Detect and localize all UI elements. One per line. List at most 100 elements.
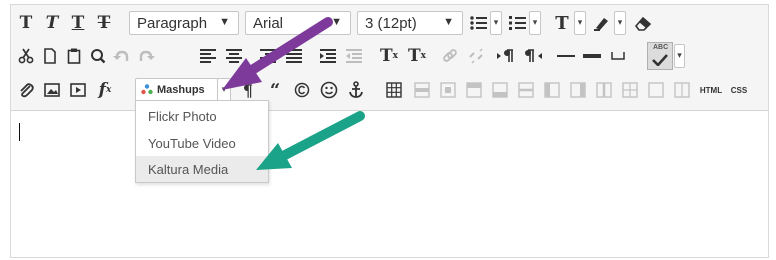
menu-item-kaltura-media[interactable]: Kaltura Media <box>136 156 268 182</box>
unlink-button[interactable] <box>465 44 487 68</box>
menu-item-label: Flickr Photo <box>148 108 217 124</box>
spellcheck-dropdown[interactable]: ▾ <box>674 44 685 68</box>
undo-button[interactable] <box>111 44 133 68</box>
text-color-button[interactable]: T <box>551 11 573 35</box>
chevron-down-icon: ▾ <box>221 85 227 95</box>
font-size-select[interactable]: 3 (12pt) ▼ <box>357 11 463 35</box>
html-source-button[interactable]: HTML <box>697 78 725 102</box>
strikethrough-button[interactable]: T <box>93 11 115 35</box>
text-editor: T T T T Paragraph ▼ Arial ▼ 3 (12pt) ▼ ▾ <box>10 4 769 258</box>
table-row-icon <box>414 82 430 98</box>
font-family-select[interactable]: Arial ▼ <box>245 11 351 35</box>
table-col-before-icon <box>544 82 560 98</box>
chevron-down-icon: ▼ <box>219 16 230 28</box>
blockquote-button[interactable]: “ <box>264 78 286 102</box>
paste-button[interactable] <box>63 44 85 68</box>
attach-file-button[interactable] <box>15 78 37 102</box>
redo-button[interactable] <box>135 44 157 68</box>
underline-button[interactable]: T <box>67 11 89 35</box>
thick-rule-button[interactable] <box>581 44 603 68</box>
table-split-cells-button[interactable] <box>619 78 641 102</box>
table-row-props-button[interactable] <box>411 78 433 102</box>
table-delete-col-icon <box>596 82 612 98</box>
insert-image-button[interactable] <box>41 78 63 102</box>
thick-line-icon <box>583 54 601 58</box>
link-icon <box>443 49 457 62</box>
horizontal-rule-button[interactable] <box>555 44 577 68</box>
insert-media-button[interactable] <box>67 78 89 102</box>
anchor-button[interactable] <box>345 78 367 102</box>
menu-item-youtube-video[interactable]: YouTube Video <box>136 130 268 156</box>
clipboard-icon <box>67 48 81 64</box>
smiley-icon <box>320 81 338 99</box>
cut-button[interactable] <box>15 44 37 68</box>
function-sub: x <box>105 85 112 95</box>
eraser-icon <box>634 16 652 31</box>
menu-item-label: YouTube Video <box>148 135 236 151</box>
outdent-icon <box>346 49 362 63</box>
emoticon-button[interactable] <box>318 78 340 102</box>
image-icon <box>44 83 60 97</box>
table-split-icon <box>622 82 638 98</box>
rtl-direction-button[interactable] <box>523 44 545 68</box>
clear-formatting-mark: x <box>420 51 427 61</box>
align-center-button[interactable] <box>223 44 245 68</box>
table-insert-row-after-button[interactable] <box>489 78 511 102</box>
menu-item-flickr-photo[interactable]: Flickr Photo <box>136 103 268 129</box>
mashups-menu: Flickr Photo YouTube Video Kaltura Media <box>135 100 269 183</box>
clear-formatting-button[interactable]: Tx <box>405 44 429 68</box>
rtl-direction-icon <box>525 49 542 62</box>
table-icon <box>386 82 402 98</box>
checkmark-icon <box>652 54 668 66</box>
mashups-label: Mashups <box>157 84 205 96</box>
table-insert-col-after-button[interactable] <box>567 78 589 102</box>
bold-button[interactable]: T <box>15 11 37 35</box>
text-color-dropdown[interactable]: ▾ <box>574 11 586 35</box>
eraser-button[interactable] <box>632 11 654 35</box>
table-delete-row-button[interactable] <box>515 78 537 102</box>
paragraph-mark-button[interactable]: ¶ <box>237 78 259 102</box>
math-function-button[interactable]: fx <box>93 78 117 102</box>
align-right-button[interactable] <box>257 44 279 68</box>
bullet-list-button[interactable] <box>467 11 489 35</box>
redo-icon <box>139 50 155 61</box>
ltr-direction-button[interactable] <box>495 44 517 68</box>
align-left-button[interactable] <box>197 44 219 68</box>
table-insert-row-before-button[interactable] <box>463 78 485 102</box>
table-merge-cells-button[interactable] <box>645 78 667 102</box>
table-delete-col-button[interactable] <box>593 78 615 102</box>
numbered-list-dropdown[interactable]: ▾ <box>529 11 541 35</box>
text-cursor <box>19 123 20 141</box>
paragraph-format-value: Paragraph <box>137 14 208 32</box>
copy-button[interactable] <box>39 44 61 68</box>
mashups-button[interactable]: Mashups <box>135 78 219 102</box>
justify-button[interactable] <box>283 44 305 68</box>
indent-button[interactable] <box>317 44 339 68</box>
ltr-direction-icon <box>497 49 513 62</box>
outdent-button[interactable] <box>343 44 365 68</box>
chevron-down-icon: ▼ <box>331 16 342 28</box>
table-insert-col-before-button[interactable] <box>541 78 563 102</box>
superscript-button[interactable]: Tx <box>377 44 401 68</box>
insert-link-button[interactable] <box>439 44 461 68</box>
chevron-down-icon: ▾ <box>493 18 499 28</box>
table-cell-props-button[interactable] <box>437 78 459 102</box>
highlight-button[interactable] <box>591 11 613 35</box>
highlight-dropdown[interactable]: ▾ <box>614 11 626 35</box>
clear-formatting-label: T <box>407 46 421 66</box>
copyright-button[interactable] <box>291 78 313 102</box>
numbered-list-button[interactable] <box>506 11 528 35</box>
insert-table-button[interactable] <box>383 78 405 102</box>
spellcheck-button[interactable]: ABC <box>647 42 673 70</box>
nonbreaking-space-button[interactable] <box>607 44 629 68</box>
italic-button[interactable]: T <box>41 11 63 35</box>
find-button[interactable] <box>87 44 109 68</box>
table-props-button[interactable] <box>671 78 693 102</box>
editor-content-area[interactable] <box>11 111 768 257</box>
menu-item-label: Kaltura Media <box>148 161 229 177</box>
bullet-list-dropdown[interactable]: ▾ <box>490 11 502 35</box>
paragraph-format-select[interactable]: Paragraph ▼ <box>129 11 239 35</box>
mashups-dropdown[interactable]: ▾ <box>217 78 231 102</box>
css-button[interactable]: CSS <box>727 78 751 102</box>
align-left-icon <box>200 49 216 63</box>
